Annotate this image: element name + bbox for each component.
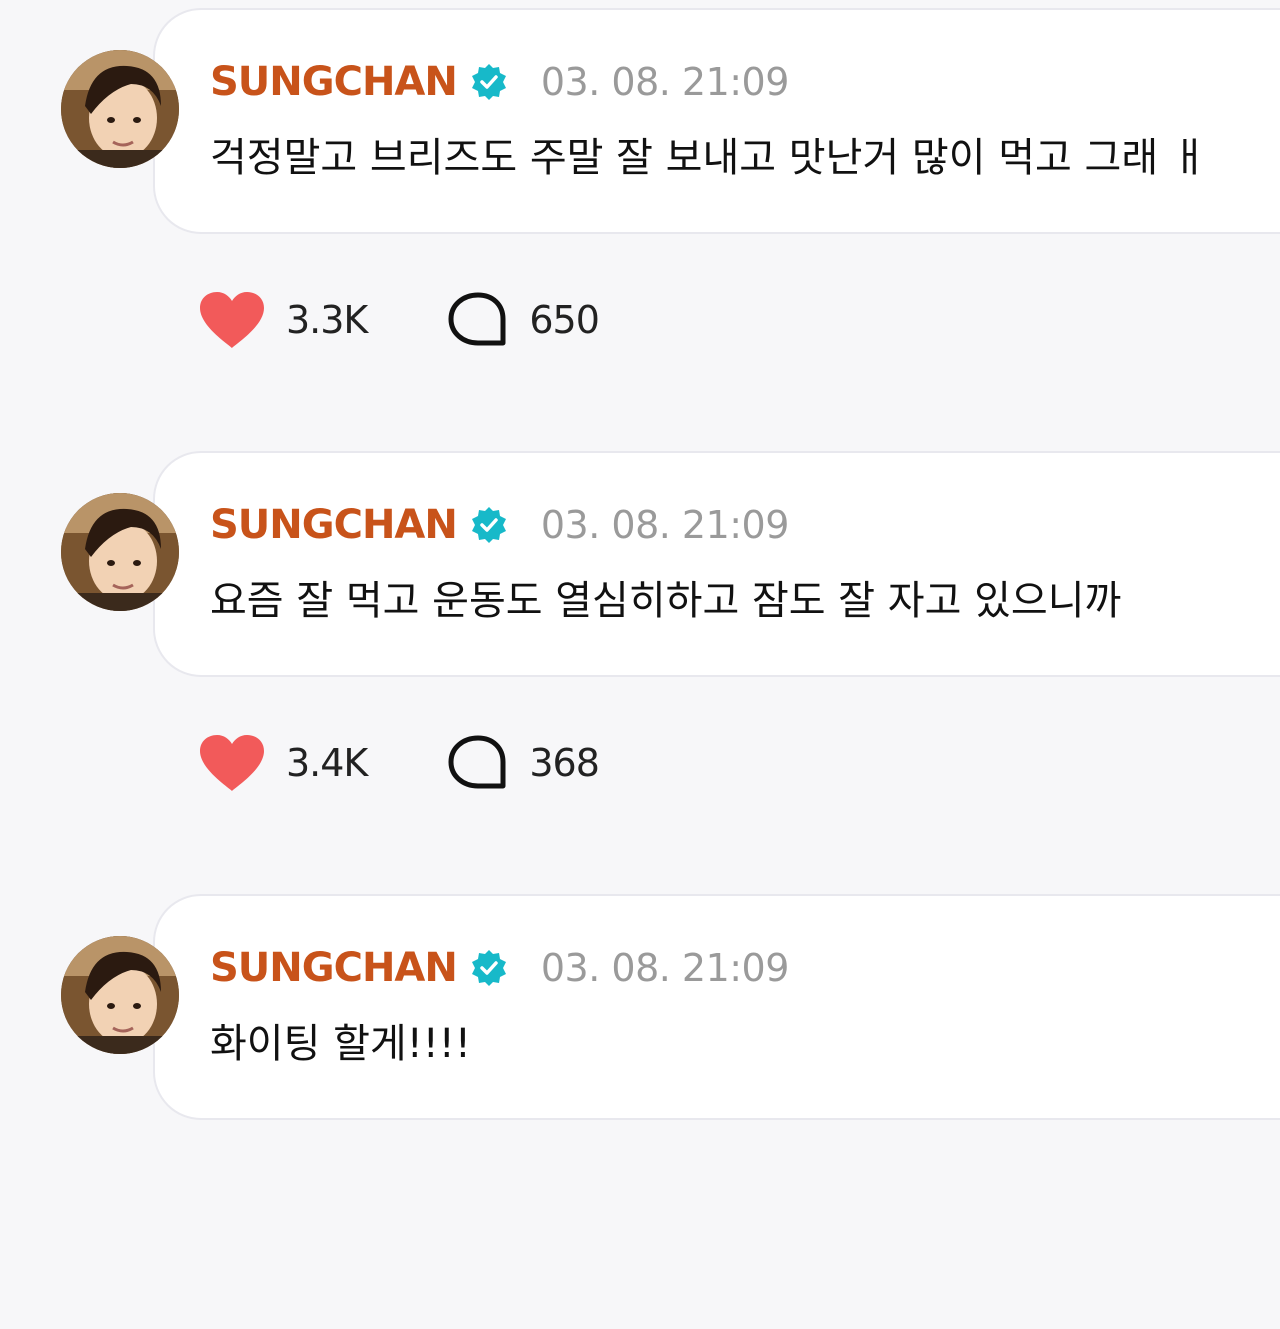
avatar[interactable] — [61, 493, 179, 611]
avatar-image — [61, 493, 179, 611]
comment-button[interactable]: 650 — [447, 291, 600, 349]
post-actions: 3.4K 368 — [198, 727, 600, 799]
comment-count: 650 — [529, 298, 600, 342]
post-item: SUNGCHAN 03. 08. 21:09 요즘 잘 먹고 운동도 열심히하고… — [0, 443, 1280, 886]
post-item: SUNGCHAN 03. 08. 21:09 걱정말고 브리즈도 주말 잘 보내… — [0, 0, 1280, 443]
verified-badge-icon — [471, 950, 506, 986]
timestamp: 03. 08. 21:09 — [540, 503, 790, 547]
comment-bubble-icon — [448, 292, 506, 346]
like-button[interactable]: 3.3K — [198, 290, 368, 350]
post-header: SUNGCHAN 03. 08. 21:09 — [210, 495, 789, 555]
message-bubble[interactable] — [153, 451, 1280, 677]
like-button[interactable]: 3.4K — [198, 733, 368, 793]
message-bubble[interactable] — [153, 894, 1280, 1120]
message-bubble[interactable] — [153, 8, 1280, 234]
post-header: SUNGCHAN 03. 08. 21:09 — [210, 52, 789, 112]
timestamp: 03. 08. 21:09 — [540, 60, 790, 104]
verified-badge-icon — [471, 507, 506, 543]
like-count: 3.4K — [286, 741, 368, 785]
username[interactable]: SUNGCHAN — [210, 59, 458, 105]
message-text: 걱정말고 브리즈도 주말 잘 보내고 맛난거 많이 먹고 그래 ㅐ — [210, 135, 1208, 181]
post-actions: 3.3K 650 — [198, 284, 600, 356]
avatar[interactable] — [61, 50, 179, 168]
avatar-image — [61, 50, 179, 168]
message-text: 요즘 잘 먹고 운동도 열심히하고 잠도 잘 자고 있으니까 — [210, 578, 1122, 624]
like-count: 3.3K — [286, 298, 368, 342]
avatar-image — [61, 936, 179, 1054]
verified-badge-icon — [471, 64, 506, 100]
username[interactable]: SUNGCHAN — [210, 945, 458, 991]
message-text: 화이팅 할게!!!! — [210, 1021, 471, 1067]
post-header: SUNGCHAN 03. 08. 21:09 — [210, 938, 789, 998]
comment-bubble-icon — [448, 735, 506, 789]
post-item: SUNGCHAN 03. 08. 21:09 화이팅 할게!!!! — [0, 886, 1280, 1329]
heart-icon — [200, 735, 264, 791]
comment-button[interactable]: 368 — [447, 734, 600, 792]
username[interactable]: SUNGCHAN — [210, 502, 458, 548]
heart-icon — [200, 292, 264, 348]
comment-count: 368 — [529, 741, 600, 785]
avatar[interactable] — [61, 936, 179, 1054]
timestamp: 03. 08. 21:09 — [540, 946, 790, 990]
